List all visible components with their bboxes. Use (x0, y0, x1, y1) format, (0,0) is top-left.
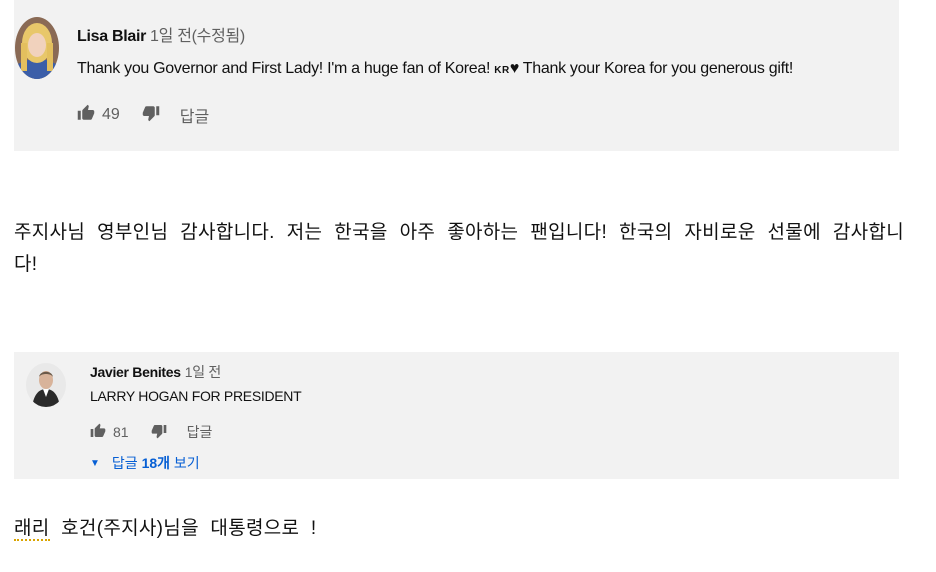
comment-author[interactable]: Javier Benites 1일 전 (90, 362, 221, 382)
like-count: 81 (113, 424, 129, 440)
comment-card: Javier Benites 1일 전 LARRY HOGAN FOR PRESI… (14, 352, 899, 479)
translation-text: 주지사님 영부인님 감사합니다. 저는 한국을 아주 좋아하는 팬입니다! 한국… (14, 222, 904, 275)
caret-down-icon: ▼ (90, 457, 100, 469)
reply-button[interactable]: 답글 (180, 103, 209, 127)
thumbs-up-icon[interactable] (90, 423, 106, 442)
comment-text: LARRY HOGAN FOR PRESIDENT (90, 388, 302, 404)
thumbs-down-icon[interactable] (142, 104, 160, 127)
flag-kr-icon: KR (494, 65, 510, 76)
translation-rest: 호건(주지사)님을 대통령으로 ! (49, 518, 317, 539)
comment-actions: 81 답글 (90, 422, 212, 442)
spellcheck-word: 래리 (14, 518, 50, 541)
view-replies-suffix: 보기 (170, 455, 200, 471)
comment-actions: 49 답글 (77, 103, 209, 127)
view-replies-button[interactable]: ▼ 답글 18개 보기 (90, 453, 200, 473)
thumbs-down-icon[interactable] (151, 423, 167, 442)
author-name[interactable]: Lisa Blair (77, 28, 146, 45)
comment-card: Lisa Blair 1일 전(수정됨) Thank you Governor a… (14, 0, 899, 151)
comment-time[interactable]: 1일 전(수정됨) (150, 28, 245, 45)
like-count: 49 (102, 106, 120, 123)
avatar[interactable] (15, 17, 59, 79)
comment-author[interactable]: Lisa Blair 1일 전(수정됨) (77, 22, 245, 46)
reply-button[interactable]: 답글 (187, 422, 213, 442)
view-replies-prefix: 답글 (111, 455, 142, 471)
author-name[interactable]: Javier Benites (90, 364, 181, 380)
avatar[interactable] (26, 363, 66, 407)
thumbs-up-icon[interactable] (77, 104, 95, 127)
comment-text: Thank you Governor and First Lady! I'm a… (77, 60, 793, 78)
view-replies-count: 18개 (141, 455, 171, 471)
translation-text: 래리 호건(주지사)님을 대통령으로 ! (14, 513, 317, 541)
comment-time[interactable]: 1일 전 (185, 364, 222, 380)
comment-text-after: ♥ Thank your Korea for you generous gift… (509, 60, 794, 77)
comment-text-before: Thank you Governor and First Lady! I'm a… (77, 60, 495, 77)
